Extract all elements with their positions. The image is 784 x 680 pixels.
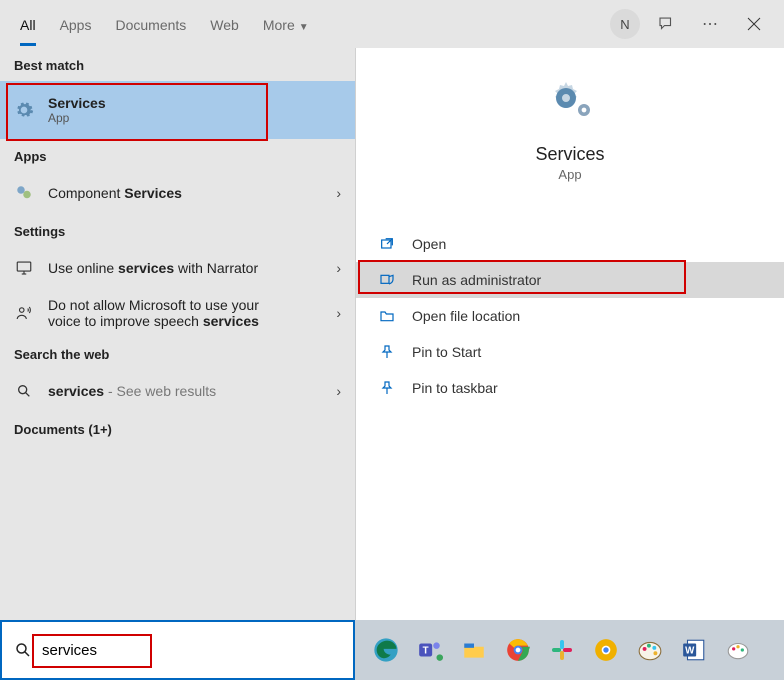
teams-icon[interactable]: T bbox=[411, 631, 449, 669]
feedback-icon[interactable] bbox=[648, 6, 684, 42]
chevron-down-icon: ▼ bbox=[299, 22, 309, 33]
tab-apps[interactable]: Apps bbox=[60, 3, 92, 46]
chrome-icon[interactable] bbox=[499, 631, 537, 669]
chrome-canary-icon[interactable] bbox=[587, 631, 625, 669]
person-voice-icon bbox=[14, 303, 34, 323]
search-input[interactable] bbox=[34, 642, 343, 659]
result-web-services[interactable]: services - See web results › bbox=[0, 370, 355, 412]
section-documents: Documents (1+) bbox=[0, 412, 355, 445]
folder-icon bbox=[378, 307, 396, 325]
more-icon[interactable]: ⋯ bbox=[692, 6, 728, 42]
section-best-match: Best match bbox=[0, 48, 355, 81]
tab-documents[interactable]: Documents bbox=[115, 3, 186, 46]
search-icon bbox=[12, 641, 34, 659]
section-apps: Apps bbox=[0, 139, 355, 172]
result-narrator-services[interactable]: Use online services with Narrator › bbox=[0, 247, 355, 289]
action-pin-start[interactable]: Pin to Start bbox=[356, 334, 784, 370]
preview-subtitle: App bbox=[558, 167, 581, 182]
result-speech-services[interactable]: Do not allow Microsoft to use your voice… bbox=[0, 289, 355, 337]
slack-icon[interactable] bbox=[543, 631, 581, 669]
word-icon[interactable]: W bbox=[675, 631, 713, 669]
result-best-services[interactable]: Services App bbox=[0, 81, 355, 139]
shield-icon bbox=[378, 271, 396, 289]
search-icon bbox=[14, 381, 34, 401]
pin-icon bbox=[378, 379, 396, 397]
action-pin-taskbar[interactable]: Pin to taskbar bbox=[356, 370, 784, 406]
file-explorer-icon[interactable] bbox=[455, 631, 493, 669]
tab-more[interactable]: More▼ bbox=[263, 3, 309, 46]
result-component-services[interactable]: Component Services › bbox=[0, 172, 355, 214]
component-services-icon bbox=[14, 183, 34, 203]
action-run-admin[interactable]: Run as administrator bbox=[356, 262, 784, 298]
search-panel: All Apps Documents Web More▼ N ⋯ Best ma… bbox=[0, 0, 784, 620]
close-icon[interactable] bbox=[736, 6, 772, 42]
edge-icon[interactable] bbox=[367, 631, 405, 669]
action-open[interactable]: Open bbox=[356, 226, 784, 262]
chevron-right-icon: › bbox=[336, 383, 341, 399]
monitor-icon bbox=[14, 258, 34, 278]
open-icon bbox=[378, 235, 396, 253]
paint-icon[interactable] bbox=[631, 631, 669, 669]
taskbar: T W bbox=[355, 620, 784, 680]
action-open-location[interactable]: Open file location bbox=[356, 298, 784, 334]
pin-icon bbox=[378, 343, 396, 361]
best-match-title: Services bbox=[48, 95, 106, 111]
gear-icon bbox=[14, 100, 34, 120]
preview-title: Services bbox=[535, 144, 604, 165]
tab-all[interactable]: All bbox=[20, 3, 36, 46]
chevron-right-icon: › bbox=[336, 185, 341, 201]
chevron-right-icon: › bbox=[336, 260, 341, 276]
section-search-web: Search the web bbox=[0, 337, 355, 370]
preview-column: Services App Open Run as administrator bbox=[355, 48, 784, 620]
gear-icon bbox=[546, 78, 594, 126]
tab-web[interactable]: Web bbox=[210, 3, 239, 46]
chevron-right-icon: › bbox=[336, 305, 341, 321]
section-settings: Settings bbox=[0, 214, 355, 247]
svg-text:W: W bbox=[685, 645, 695, 656]
results-column: Best match Services App Apps Component S… bbox=[0, 48, 355, 620]
tabs-row: All Apps Documents Web More▼ N ⋯ bbox=[0, 0, 784, 48]
search-box[interactable] bbox=[0, 620, 355, 680]
best-match-subtitle: App bbox=[48, 111, 341, 125]
paint-app-icon[interactable] bbox=[719, 631, 757, 669]
svg-text:T: T bbox=[423, 645, 429, 656]
preview-actions: Open Run as administrator Open file loca… bbox=[356, 226, 784, 406]
avatar[interactable]: N bbox=[610, 9, 640, 39]
